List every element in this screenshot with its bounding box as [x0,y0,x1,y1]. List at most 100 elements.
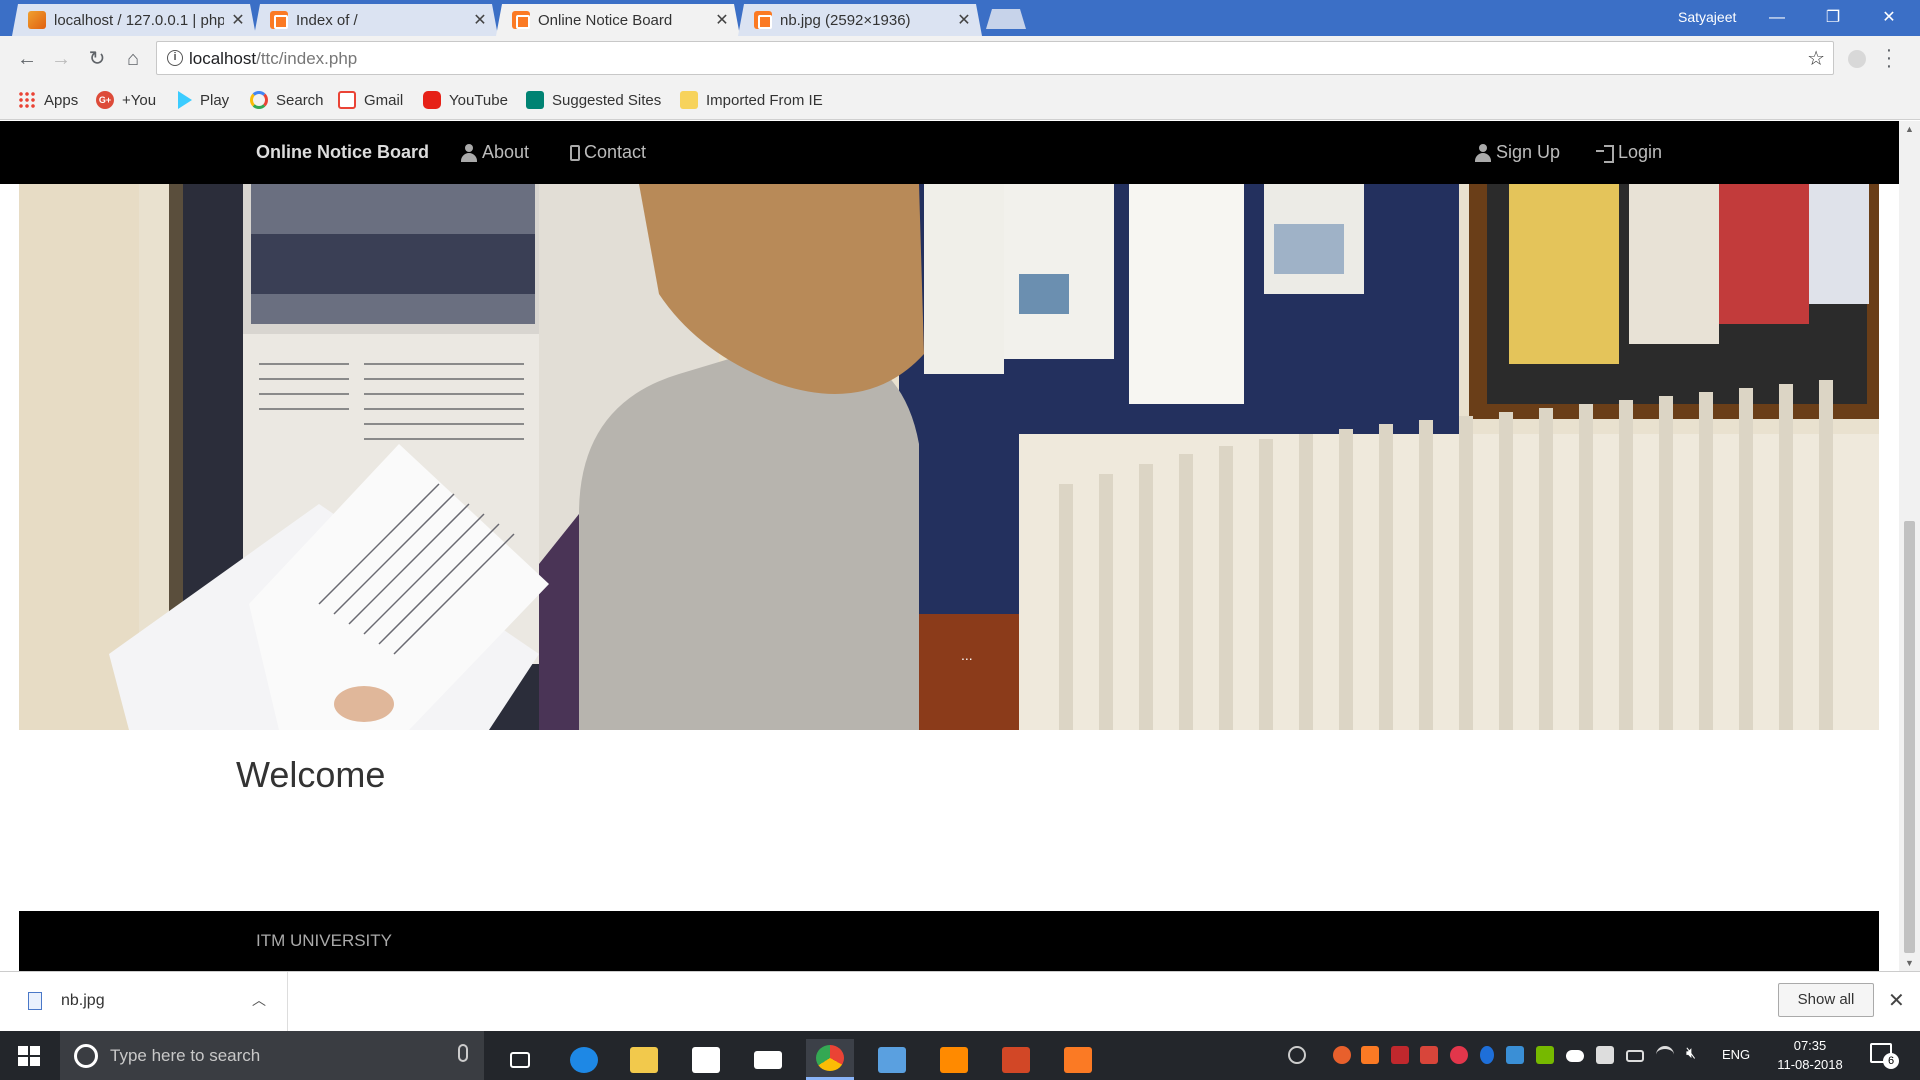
bookmark-suggested-sites[interactable]: Suggested Sites [526,91,661,109]
network-manager-icon[interactable] [1506,1046,1524,1064]
url-text[interactable]: localhost/ttc/index.php [189,49,357,69]
user-icon [460,143,478,162]
download-filename[interactable]: nb.jpg [61,992,105,1010]
powerpoint-icon[interactable] [992,1039,1040,1080]
wifi-icon[interactable] [1656,1046,1674,1064]
bookmark-star-icon[interactable]: ☆ [1807,46,1825,71]
new-tab-button[interactable] [986,9,1026,29]
page-viewport: Online Notice Board About Contact Sign U… [0,121,1920,971]
nav-signup[interactable]: Sign Up [1474,142,1560,163]
close-icon[interactable]: ✕ [956,10,972,30]
show-all-button[interactable]: Show all [1778,983,1874,1017]
reload-icon[interactable]: ↻ [84,46,110,72]
bookmark-apps[interactable]: Apps [18,91,78,109]
clock-date: 11-08-2018 [1777,1057,1843,1072]
info-icon[interactable]: i [167,50,183,66]
tab-index-of[interactable]: Index of / ✕ [254,4,498,36]
microphone-icon[interactable] [458,1044,468,1062]
windows-start-icon[interactable] [18,1046,40,1066]
user-icon [1474,143,1492,162]
back-icon[interactable]: ← [14,46,40,72]
clock-time: 07:35 [1793,1038,1827,1053]
bookmark-youtube[interactable]: YouTube [423,91,508,109]
bookmark-imported-from-ie[interactable]: Imported From IE [680,91,823,109]
nav-login[interactable]: Login [1596,142,1662,163]
address-bar[interactable]: i localhost/ttc/index.php ☆ [156,41,1834,75]
apps-icon [18,91,36,109]
tab-nb-jpg[interactable]: nb.jpg (2592×1936) ✕ [738,4,982,36]
nvidia-icon[interactable] [1536,1046,1554,1064]
forward-icon[interactable]: → [48,46,74,72]
close-icon[interactable]: ✕ [230,10,246,30]
mail-icon[interactable] [744,1039,792,1080]
bookmark-gmail[interactable]: Gmail [338,91,403,109]
file-explorer-icon[interactable] [620,1039,668,1080]
xampp-icon[interactable] [1054,1039,1102,1080]
nav-about[interactable]: About [460,142,529,163]
notification-count: 6 [1883,1053,1899,1069]
sublime-text-icon[interactable] [930,1039,978,1080]
tab-phpmyadmin[interactable]: localhost / 127.0.0.1 | php ✕ [12,4,256,36]
scrollbar-thumb[interactable] [1904,521,1915,953]
close-icon[interactable]: ✕ [1888,988,1905,1013]
tab-label: nb.jpg (2592×1936) [780,11,911,29]
close-icon[interactable]: ✕ [472,10,488,30]
nav-contact[interactable]: Contact [570,142,646,163]
chevron-up-icon[interactable]: ︿ [252,990,266,1010]
battery-icon[interactable] [1626,1050,1644,1062]
tab-online-notice-board[interactable]: Online Notice Board ✕ [496,4,740,36]
people-icon[interactable] [1288,1046,1306,1064]
navbar-brand[interactable]: Online Notice Board [256,142,429,163]
extension-icon[interactable] [1848,50,1866,68]
edge-icon[interactable] [560,1039,608,1080]
language-indicator[interactable]: ENG [1722,1047,1750,1062]
bluetooth-icon[interactable] [1480,1046,1494,1064]
google-icon [250,91,268,109]
mcafee-icon[interactable] [1391,1046,1409,1064]
security-icon[interactable] [1596,1046,1614,1064]
chrome-icon[interactable] [806,1039,854,1080]
gmail-icon [338,91,356,109]
volume-muted-icon[interactable]: 🔇︎ [1686,1045,1696,1063]
store-icon[interactable] [682,1039,730,1080]
play-store-icon [178,91,192,109]
system-clock[interactable]: 07:35 11-08-2018 [1770,1036,1850,1074]
page-scrollbar[interactable]: ▲ ▼ [1899,121,1920,971]
site-navbar: Online Notice Board About Contact Sign U… [0,121,1899,184]
search-placeholder: Type here to search [110,1046,261,1065]
download-item[interactable]: nb.jpg ︿ [0,972,288,1031]
home-icon[interactable]: ⌂ [120,46,146,72]
bookmark-play[interactable]: Play [178,91,229,109]
window-close-icon[interactable]: ✕ [1866,6,1912,30]
taskbar-search[interactable]: Type here to search [60,1031,484,1080]
onedrive-icon[interactable] [1566,1050,1584,1062]
bookmark-search[interactable]: Search [250,91,324,109]
antivirus-icon[interactable] [1420,1046,1438,1064]
close-icon[interactable]: ✕ [714,10,730,30]
tab-label: Index of / [296,11,358,29]
restore-icon[interactable]: ❐ [1810,6,1856,30]
folder-icon [680,91,698,109]
profile-name[interactable]: Satyajeet [1678,9,1736,25]
minimize-icon[interactable]: — [1754,6,1800,30]
browser-titlebar: localhost / 127.0.0.1 | php ✕ Index of /… [0,0,1920,36]
xampp-icon [270,11,288,29]
xampp-icon [754,11,772,29]
windows-taskbar: Type here to search 🔇︎ ENG 07:35 11-08-2… [0,1031,1920,1080]
scroll-down-icon[interactable]: ▼ [1899,955,1920,971]
xampp-tray-icon[interactable] [1361,1046,1379,1064]
login-icon [1596,144,1614,163]
bing-icon [526,91,544,109]
update-icon[interactable] [1333,1046,1351,1064]
bookmark-plus-you[interactable]: G+ +You [96,91,156,109]
carousel-indicator[interactable]: ... [961,647,973,663]
welcome-heading: Welcome [236,754,386,795]
browser-menu-icon[interactable]: · · · [1884,40,1894,76]
settings-tray-icon[interactable] [1450,1046,1468,1064]
tab-label: localhost / 127.0.0.1 | php [54,11,224,29]
notice-board-photo [19,184,1879,730]
image-file-icon [28,992,42,1010]
remote-desktop-icon[interactable] [868,1039,916,1080]
scroll-up-icon[interactable]: ▲ [1899,121,1920,137]
task-view-icon[interactable] [496,1039,544,1080]
